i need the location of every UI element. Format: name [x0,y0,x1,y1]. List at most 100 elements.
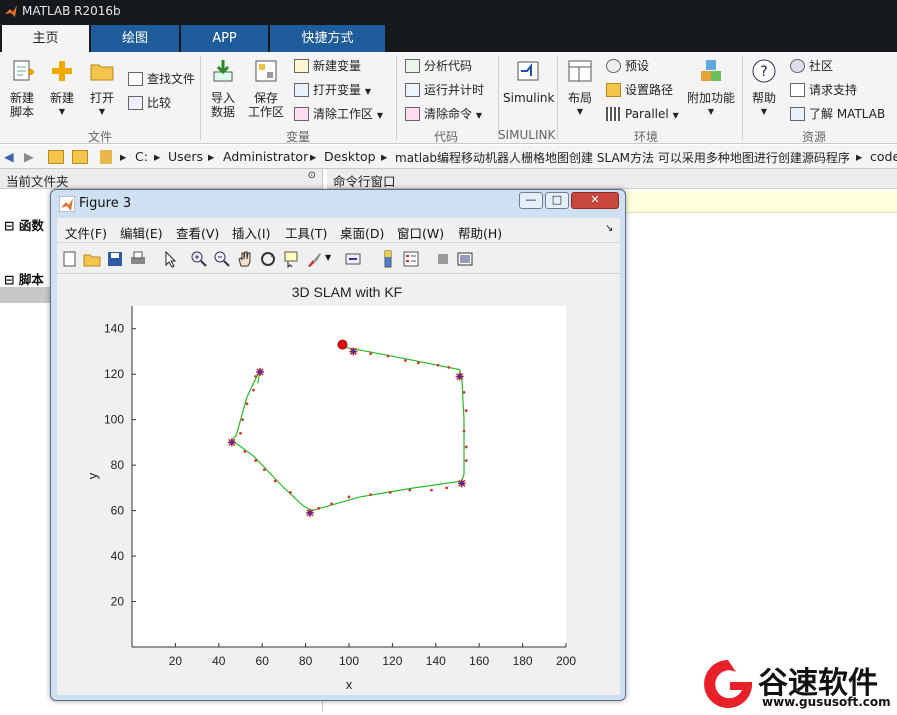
observation-point [289,491,292,494]
print-icon[interactable] [129,250,147,268]
observation-point [254,375,258,378]
minimize-button[interactable]: — [519,192,543,209]
menu-desktop[interactable]: 桌面(D) [340,223,384,242]
new-button[interactable]: 新建 ▼ [46,58,78,119]
observation-point [347,495,351,499]
request-support-button[interactable]: 请求支持 [790,81,857,99]
forward-arrow-icon[interactable]: ▶ [24,149,34,164]
link-plot-icon[interactable] [344,250,362,268]
breadcrumb-item[interactable]: Users [168,149,203,164]
group-resources: 资源 [802,130,827,144]
address-bar: ◀ ▶ ▸ C: ▸ Users ▸ Administrator ▸ Deskt… [0,145,897,169]
up-folder-icon[interactable] [48,150,64,164]
y-tick-label: 20 [111,595,125,609]
tab-shortcuts[interactable]: 快捷方式 [270,25,385,52]
menu-insert[interactable]: 插入(I) [232,223,270,242]
clear-commands-icon [405,107,420,121]
save-workspace-button[interactable]: 保存 工作区 [246,58,286,119]
y-tick-label: 140 [104,322,124,336]
tab-plots[interactable]: 绘图 [91,25,179,52]
set-path-button[interactable]: 设置路径 [606,81,673,99]
menu-file[interactable]: 文件(F) [65,223,107,242]
import-data-button[interactable]: 导入 数据 [206,58,240,119]
breadcrumb-item[interactable]: code [870,149,897,164]
find-files-button[interactable]: 查找文件 [128,70,195,88]
run-and-time-button[interactable]: 运行并计时 [405,81,484,99]
zoom-out-icon[interactable] [213,250,231,268]
new-script-button[interactable]: 新建 脚本 [4,58,40,119]
set-path-label: 设置路径 [625,83,674,97]
save-icon[interactable] [106,250,124,268]
legend-icon[interactable] [402,250,420,268]
import-label: 导入 [210,91,235,105]
x-tick-label: 100 [339,654,359,668]
figure-window[interactable]: Figure 3 — □ ✕ 文件(F) 编辑(E) 查看(V) 插入(I) 工… [50,189,626,701]
svg-text:?: ? [760,64,767,80]
preferences-button[interactable]: 预设 [606,57,649,75]
breadcrumb-item[interactable]: Desktop [324,149,376,164]
breadcrumb-item[interactable]: C: [135,149,148,164]
maximize-button[interactable]: □ [545,192,569,209]
menu-edit[interactable]: 编辑(E) [120,223,163,242]
learn-matlab-button[interactable]: 了解 MATLAB [790,105,885,123]
brush-icon[interactable] [305,250,323,268]
colorbar-icon[interactable] [379,250,397,268]
analyze-code-button[interactable]: 分析代码 [405,57,472,75]
community-button[interactable]: 社区 [790,57,833,75]
new-variable-button[interactable]: 新建变量 [294,57,361,75]
menu-view[interactable]: 查看(V) [176,223,219,242]
clear-commands-button[interactable]: 清除命令 ▼ [405,105,482,123]
close-button[interactable]: ✕ [571,192,619,209]
plot-axes-area [132,306,566,647]
chevron-down-icon: ▼ [760,107,768,116]
parallel-icon [606,107,621,121]
pan-hand-icon[interactable] [236,250,254,268]
browse-folder-icon[interactable] [72,150,88,164]
section-functions[interactable]: ⊟ 函数 [4,215,44,234]
help-label: 帮助 [751,91,776,105]
addons-button[interactable]: 附加功能 ▼ [686,58,736,119]
clear-workspace-button[interactable]: 清除工作区 ▼ [294,105,383,123]
observation-point [252,388,255,392]
simulink-button[interactable]: Simulink [503,58,554,105]
chevron-right-icon: ▸ [120,149,127,164]
menu-tools[interactable]: 工具(T) [285,223,327,242]
help-icon: ? [752,59,776,83]
section-scripts[interactable]: ⊟ 脚本 [4,269,44,288]
open-file-icon[interactable] [83,250,101,268]
chevron-down-icon[interactable]: ▼ [325,253,343,271]
x-tick-label: 200 [556,654,576,668]
open-variable-button[interactable]: 打开变量 ▼ [294,81,371,99]
tab-home[interactable]: 主页 [2,25,89,52]
x-tick-label: 40 [212,654,226,668]
addons-label: 附加功能 [686,91,735,105]
brand-url: www.gususoft.com [762,695,891,709]
breadcrumb-item[interactable]: matlab编程移动机器人栅格地图创建 SLAM方法 可以采用多种地图进行创建源… [395,149,850,166]
zoom-in-icon[interactable] [190,250,208,268]
new-variable-icon [294,59,309,73]
new-figure-icon[interactable] [61,250,79,268]
back-arrow-icon[interactable]: ◀ [4,149,14,164]
menu-window[interactable]: 窗口(W) [397,223,444,242]
show-plot-tools-icon[interactable] [456,250,474,268]
breadcrumb-item[interactable]: Administrator [223,149,308,164]
pointer-icon[interactable] [161,250,179,268]
gususoft-logo: 谷速软件 www.gususoft.com [700,656,897,715]
layout-button[interactable]: 布局 ▼ [564,58,596,119]
help-button[interactable]: ? 帮助 ▼ [748,58,780,119]
selected-file-row[interactable] [0,287,50,303]
menu-help[interactable]: 帮助(H) [458,223,502,242]
dock-arrow-icon[interactable]: ↘ [605,223,613,234]
data-cursor-icon[interactable] [282,250,300,268]
slam-plot: 3D SLAM with KF 20 40 60 80 100 120 140 160 180 2… [85,284,576,692]
hide-plot-tools-icon[interactable] [434,250,452,268]
panel-menu-icon[interactable]: ⊙ [308,170,316,181]
observation-point [464,445,468,449]
compare-button[interactable]: 比较 [128,94,171,112]
chevron-down-icon: ▼ [58,107,66,116]
parallel-button[interactable]: Parallel ▼ [606,105,679,123]
clear-workspace-label: 清除工作区 [313,107,374,121]
tab-apps[interactable]: APP [181,25,268,52]
open-button[interactable]: 打开 ▼ [86,58,118,119]
rotate-3d-icon[interactable] [259,250,277,268]
